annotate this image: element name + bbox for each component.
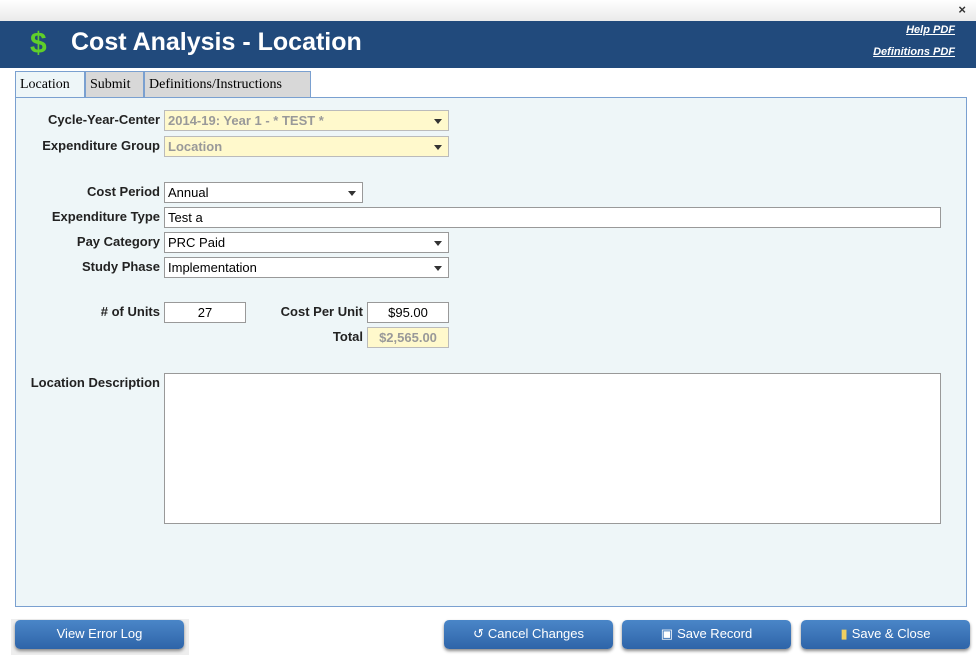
view-error-log-button[interactable]: View Error Log bbox=[15, 620, 184, 649]
desc-label: Location Description bbox=[30, 375, 160, 390]
period-value: Annual bbox=[168, 185, 209, 200]
period-select[interactable]: Annual bbox=[164, 182, 363, 203]
chevron-down-icon bbox=[434, 119, 442, 124]
group-select[interactable]: Location bbox=[164, 136, 449, 157]
cpu-input[interactable]: $95.00 bbox=[367, 302, 449, 323]
exit-door-icon: ▮ bbox=[840, 626, 848, 641]
save-record-button[interactable]: ▣ Save Record bbox=[622, 620, 791, 649]
period-label: Cost Period bbox=[87, 184, 160, 199]
total-label: Total bbox=[332, 329, 363, 344]
save-close-label: Save & Close bbox=[851, 626, 931, 641]
pay-label: Pay Category bbox=[76, 234, 160, 249]
save-close-button[interactable]: ▮ Save & Close bbox=[801, 620, 970, 649]
chevron-down-icon bbox=[434, 266, 442, 271]
cycle-select[interactable]: 2014-19: Year 1 - * TEST * bbox=[164, 110, 449, 131]
pay-value: PRC Paid bbox=[168, 235, 226, 250]
chevron-down-icon bbox=[434, 241, 442, 246]
phase-label: Study Phase bbox=[81, 259, 160, 274]
location-panel bbox=[15, 97, 967, 607]
chevron-down-icon bbox=[348, 191, 356, 196]
phase-select[interactable]: Implementation bbox=[164, 257, 449, 278]
close-icon[interactable]: × bbox=[958, 2, 966, 17]
undo-icon: ↺ bbox=[472, 626, 484, 641]
desc-textarea[interactable] bbox=[164, 373, 941, 524]
page-title: Cost Analysis - Location bbox=[71, 28, 362, 56]
tab-submit[interactable]: Submit bbox=[85, 71, 144, 98]
tab-definitions[interactable]: Definitions/Instructions bbox=[144, 71, 311, 98]
cpu-label: Cost Per Unit bbox=[280, 304, 363, 319]
group-value: Location bbox=[168, 139, 223, 154]
save-label: Save Record bbox=[677, 626, 753, 641]
cancel-changes-button[interactable]: ↺ Cancel Changes bbox=[444, 620, 613, 649]
chevron-down-icon bbox=[434, 145, 442, 150]
header: $ Cost Analysis - Location Help PDF Defi… bbox=[0, 21, 976, 68]
type-label: Expenditure Type bbox=[51, 209, 160, 224]
units-label: # of Units bbox=[100, 304, 160, 319]
units-input[interactable]: 27 bbox=[164, 302, 246, 323]
error-log-label: View Error Log bbox=[56, 626, 143, 641]
definitions-pdf-link[interactable]: Definitions PDF bbox=[873, 46, 955, 58]
floppy-icon: ▣ bbox=[660, 626, 674, 641]
help-pdf-link[interactable]: Help PDF bbox=[906, 24, 955, 36]
group-label: Expenditure Group bbox=[42, 138, 160, 153]
phase-value: Implementation bbox=[168, 260, 257, 275]
cycle-label: Cycle-Year-Center bbox=[48, 112, 160, 127]
cycle-value: 2014-19: Year 1 - * TEST * bbox=[168, 113, 324, 128]
dollar-icon: $ bbox=[30, 27, 47, 60]
pay-select[interactable]: PRC Paid bbox=[164, 232, 449, 253]
window-bar: × bbox=[0, 0, 976, 21]
cancel-label: Cancel Changes bbox=[487, 626, 585, 641]
type-input[interactable]: Test a bbox=[164, 207, 941, 228]
total-value: $2,565.00 bbox=[367, 327, 449, 348]
tab-location[interactable]: Location bbox=[15, 71, 85, 99]
